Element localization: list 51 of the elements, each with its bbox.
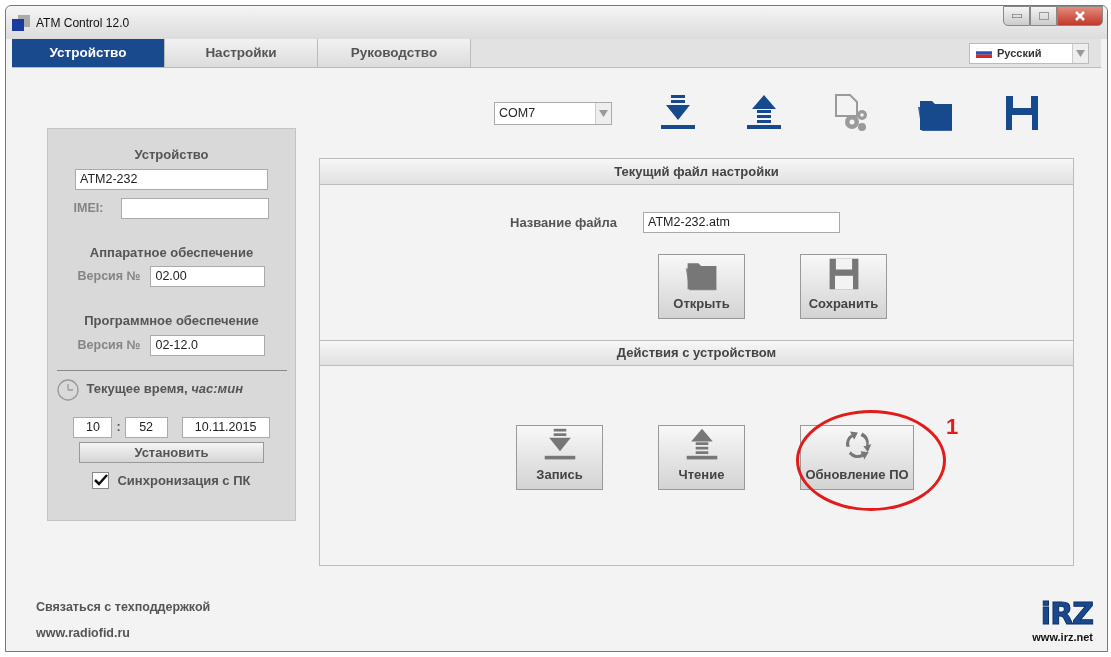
support-link[interactable]: Связаться с техподдержкой [36,597,211,617]
language-value: Русский [997,45,1042,61]
imei-label: IMEI: [73,199,104,217]
section-title: Программное обеспечение [84,312,259,330]
tab[interactable]: Руководство [318,39,471,67]
maximize-icon [1038,12,1049,20]
section-header: Действия с устройством [320,340,1073,366]
sync-label: Синхронизация с ПК [117,471,251,490]
time-label: Текущее время, час:мин [86,379,243,398]
date-field[interactable]: 10.11.2015 [181,416,270,438]
language-dropdown[interactable]: Русский [969,42,1089,64]
dropdown-caret-icon [599,109,608,117]
port-dropdown[interactable]: COM7 [494,101,612,125]
hours-field[interactable]: 10 [73,416,113,438]
file-name-label: Название файла [510,213,618,232]
update-button[interactable]: Обновление ПО [800,425,914,490]
section-title: Аппаратное обеспечение [89,243,254,262]
callout-number: 1 [946,413,959,441]
version-field[interactable]: 02-12.0 [150,334,266,356]
maximize-button[interactable] [1030,6,1057,26]
tab[interactable]: Устройство [12,39,165,67]
sync-checkbox[interactable] [92,471,110,489]
port-value: COM7 [499,104,536,122]
save-button[interactable]: Сохранить [800,254,887,319]
minimize-button[interactable] [1003,6,1030,26]
minutes-field[interactable]: 52 [124,416,168,438]
section-header: Текущий файл настройки [320,159,1073,185]
file-name-field[interactable]: ATM2-232.atm [643,212,841,233]
close-button[interactable] [1057,6,1103,26]
flag-icon [976,48,992,58]
time-separator: : [116,418,121,436]
version-label: Версия № [77,336,141,354]
minimize-icon [1011,14,1022,18]
clock-icon [56,378,79,401]
tab[interactable]: Настройки [165,39,318,67]
read-button[interactable]: Чтение [658,425,745,490]
logo-url: www.irz.net [1032,629,1093,645]
version-field[interactable]: 02.00 [150,266,266,287]
panel-title: Устройство [134,146,209,164]
logo: iRZ [1040,598,1093,629]
device-name-field[interactable]: ATM2-232 [75,168,268,190]
version-label: Версия № [77,268,141,286]
close-icon [1075,11,1085,21]
write-button[interactable]: Запись [516,425,603,490]
imei-field[interactable] [121,197,270,219]
app-icon [12,14,30,31]
website-link[interactable]: www.radiofid.ru [36,624,211,643]
window-title: ATM Control 12.0 [36,14,130,32]
set-time-button[interactable]: Установить [79,441,264,463]
open-button[interactable]: Открыть [658,254,745,319]
dropdown-caret-icon [1076,49,1085,57]
